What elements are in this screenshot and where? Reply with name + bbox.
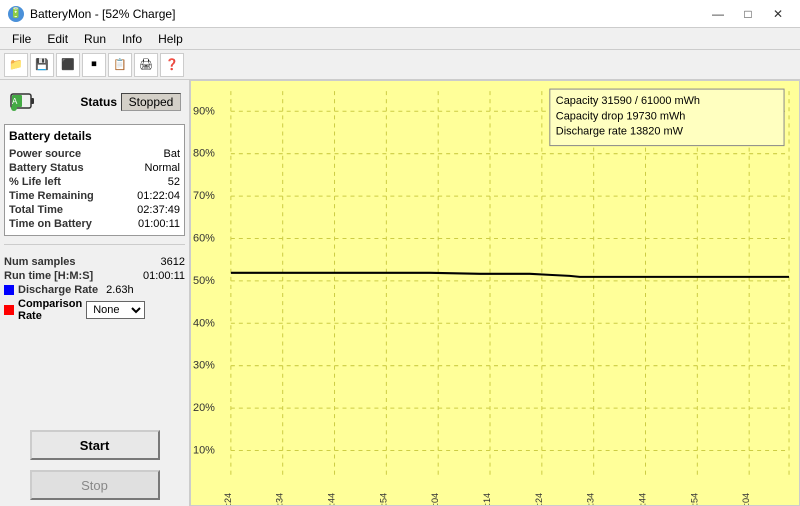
- battery-status-value: Normal: [145, 162, 180, 174]
- detail-power-source: Power source Bat: [9, 147, 180, 161]
- minimize-button[interactable]: —: [704, 4, 732, 24]
- life-left-value: 52: [168, 176, 180, 188]
- detail-time-on-battery: Time on Battery 01:00:11: [9, 217, 180, 231]
- comparison-row: Comparison Rate None Rate 1 Rate 2: [4, 297, 185, 323]
- total-time-value: 02:37:49: [137, 204, 180, 216]
- stop-button[interactable]: Stop: [30, 470, 160, 500]
- detail-battery-status: Battery Status Normal: [9, 161, 180, 175]
- comparison-color-indicator: [4, 305, 14, 315]
- run-time-value: 01:00:11: [143, 270, 185, 282]
- num-samples-row: Num samples 3612: [4, 255, 185, 269]
- left-panel: A Status Stopped Battery details Power s…: [0, 80, 190, 506]
- toolbar: 📁 💾 ⬛ ⏹ 📋 🖨 ❓: [0, 50, 800, 80]
- toolbar-btn-3[interactable]: ⏹: [82, 53, 106, 77]
- svg-text:Discharge rate 13820 mW: Discharge rate 13820 mW: [556, 125, 684, 137]
- battery-status-label: Battery Status: [9, 162, 84, 174]
- svg-text:A: A: [12, 97, 18, 106]
- toolbar-btn-2[interactable]: ⬛: [56, 53, 80, 77]
- battery-details-title: Battery details: [9, 129, 180, 143]
- toolbar-btn-6[interactable]: ❓: [160, 53, 184, 77]
- menu-bar: File Edit Run Info Help: [0, 28, 800, 50]
- main-content: A Status Stopped Battery details Power s…: [0, 80, 800, 506]
- svg-text:Capacity 31590 / 61000 mWh: Capacity 31590 / 61000 mWh: [556, 95, 700, 107]
- svg-text:70%: 70%: [193, 190, 215, 202]
- menu-info[interactable]: Info: [114, 30, 150, 48]
- detail-life-left: % Life left 52: [9, 175, 180, 189]
- maximize-button[interactable]: □: [734, 4, 762, 24]
- svg-text:19:22:54: 19:22:54: [689, 493, 699, 505]
- window-title: BatteryMon - [52% Charge]: [30, 7, 175, 21]
- window-controls: — □ ✕: [704, 4, 792, 24]
- menu-edit[interactable]: Edit: [39, 30, 76, 48]
- chart-area: 90% 80% 70% 60% 50% 40% 30% 20% 10% 19:2…: [190, 80, 800, 506]
- svg-text:20%: 20%: [193, 402, 215, 414]
- discharge-color-indicator: [4, 285, 14, 295]
- discharge-rate-label: Discharge Rate: [18, 284, 98, 296]
- status-row: A Status Stopped: [4, 84, 185, 120]
- svg-text:19:22:04: 19:22:04: [430, 493, 440, 505]
- svg-text:80%: 80%: [193, 148, 215, 160]
- battery-chart: 90% 80% 70% 60% 50% 40% 30% 20% 10% 19:2…: [191, 81, 799, 505]
- num-samples-label: Num samples: [4, 256, 76, 268]
- comparison-select[interactable]: None Rate 1 Rate 2: [86, 301, 145, 319]
- power-source-label: Power source: [9, 148, 81, 160]
- svg-text:40%: 40%: [193, 317, 215, 329]
- app-icon: 🔋: [8, 6, 24, 22]
- title-bar: 🔋 BatteryMon - [52% Charge] — □ ✕: [0, 0, 800, 28]
- life-left-label: % Life left: [9, 176, 61, 188]
- start-button[interactable]: Start: [30, 430, 160, 460]
- toolbar-btn-5[interactable]: 🖨: [134, 53, 158, 77]
- close-button[interactable]: ✕: [764, 4, 792, 24]
- svg-text:90%: 90%: [193, 105, 215, 117]
- menu-run[interactable]: Run: [76, 30, 114, 48]
- run-time-label: Run time [H:M:S]: [4, 270, 93, 282]
- svg-text:19:21:24: 19:21:24: [223, 493, 233, 505]
- menu-file[interactable]: File: [4, 30, 39, 48]
- battery-details-group: Battery details Power source Bat Battery…: [4, 124, 185, 236]
- total-time-label: Total Time: [9, 204, 63, 216]
- toolbar-btn-4[interactable]: 📋: [108, 53, 132, 77]
- svg-text:19:22:24: 19:22:24: [534, 493, 544, 505]
- comparison-label: Comparison Rate: [18, 298, 82, 322]
- run-time-row: Run time [H:M:S] 01:00:11: [4, 269, 185, 283]
- menu-help[interactable]: Help: [150, 30, 191, 48]
- status-label: Status: [40, 95, 117, 109]
- svg-text:Capacity drop 19730 mWh: Capacity drop 19730 mWh: [556, 110, 686, 122]
- power-source-value: Bat: [163, 148, 180, 160]
- svg-text:10%: 10%: [193, 444, 215, 456]
- discharge-row: Discharge Rate 2.63h: [4, 283, 185, 297]
- toolbar-btn-1[interactable]: 💾: [30, 53, 54, 77]
- svg-text:19:22:34: 19:22:34: [586, 493, 596, 505]
- svg-text:19:21:54: 19:21:54: [378, 493, 388, 505]
- svg-text:60%: 60%: [193, 232, 215, 244]
- svg-text:19:21:44: 19:21:44: [327, 493, 337, 505]
- time-on-battery-label: Time on Battery: [9, 218, 92, 230]
- toolbar-btn-0[interactable]: 📁: [4, 53, 28, 77]
- battery-icon: A: [8, 88, 36, 116]
- time-on-battery-value: 01:00:11: [138, 218, 180, 230]
- num-samples-value: 3612: [161, 256, 185, 268]
- detail-time-remaining: Time Remaining 01:22:04: [9, 189, 180, 203]
- svg-text:19:22:44: 19:22:44: [638, 493, 648, 505]
- divider-1: [4, 244, 185, 245]
- status-value: Stopped: [121, 93, 181, 111]
- svg-text:50%: 50%: [193, 275, 215, 287]
- svg-text:19:23:04: 19:23:04: [741, 493, 751, 505]
- svg-text:30%: 30%: [193, 360, 215, 372]
- time-remaining-value: 01:22:04: [137, 190, 180, 202]
- extra-info: Num samples 3612 Run time [H:M:S] 01:00:…: [4, 253, 185, 325]
- time-remaining-label: Time Remaining: [9, 190, 94, 202]
- svg-text:19:21:34: 19:21:34: [275, 493, 285, 505]
- detail-total-time: Total Time 02:37:49: [9, 203, 180, 217]
- discharge-rate-value: 2.63h: [106, 284, 134, 296]
- svg-text:19:22:14: 19:22:14: [482, 493, 492, 505]
